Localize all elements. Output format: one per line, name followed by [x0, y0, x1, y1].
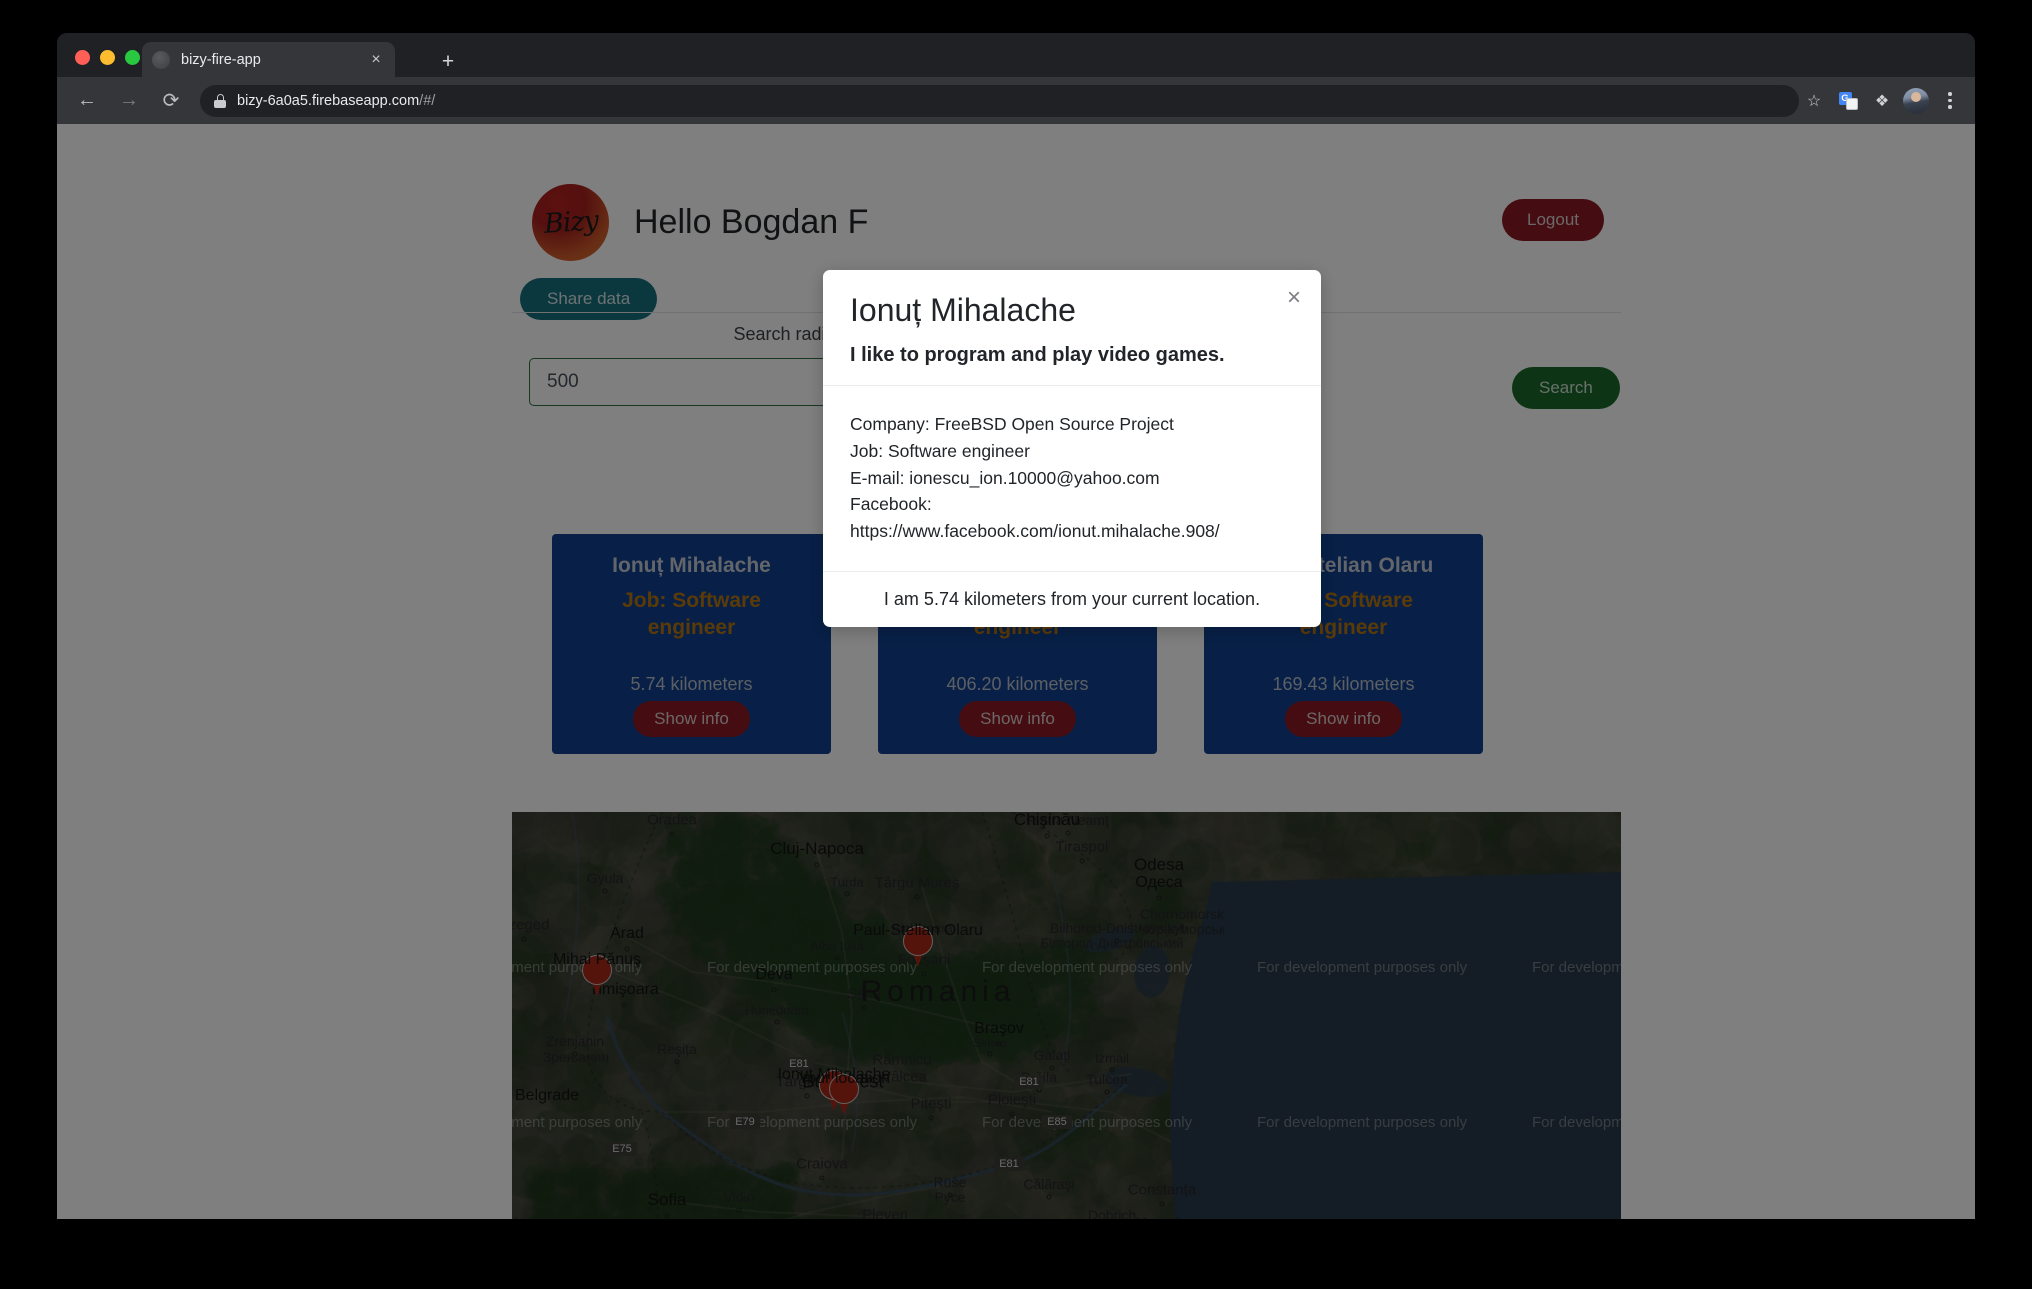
modal-distance-text: I am 5.74 kilometers from your current l…	[883, 588, 1261, 609]
modal-title: Ionuț Mihalache	[850, 292, 1076, 328]
lock-icon	[214, 93, 226, 108]
url-path: /#/	[419, 92, 436, 109]
forward-button[interactable]: →	[112, 84, 146, 118]
bookmark-star-icon[interactable]: ☆	[1799, 86, 1829, 116]
kebab-menu-icon	[1948, 92, 1952, 109]
address-bar[interactable]: bizy-6a0a5.firebaseapp.com/#/	[200, 84, 1799, 117]
extensions-puzzle-icon[interactable]: ❖	[1867, 86, 1897, 116]
url-host: bizy-6a0a5.firebaseapp.com	[237, 92, 420, 109]
maximize-window-button[interactable]	[125, 50, 140, 65]
modal-facebook-line: Facebook: https://www.facebook.com/ionut…	[850, 494, 1220, 542]
modal-header: × Ionuț Mihalache I like to program and …	[823, 270, 1321, 386]
modal-footer: I am 5.74 kilometers from your current l…	[823, 572, 1321, 627]
modal-company-line: Company: FreeBSD Open Source Project	[850, 414, 1174, 434]
new-tab-button[interactable]: +	[433, 47, 463, 77]
modal-subtitle: I like to program and play video games.	[850, 344, 1225, 366]
browser-toolbar: ← → ⟳ bizy-6a0a5.firebaseapp.com/#/ ☆ G …	[57, 77, 1975, 124]
browser-tab[interactable]: bizy-fire-app ×	[142, 42, 395, 77]
modal-body: Company: FreeBSD Open Source Project Job…	[823, 386, 1321, 572]
close-window-button[interactable]	[75, 50, 90, 65]
back-button[interactable]: ←	[70, 84, 104, 118]
url-text: bizy-6a0a5.firebaseapp.com/#/	[237, 93, 435, 109]
page-viewport: Bizy Hello Bogdan F Logout Share data Se…	[57, 124, 1975, 1219]
avatar	[1903, 87, 1929, 114]
modal-email-line: E-mail: ionescu_ion.10000@yahoo.com	[850, 467, 1160, 488]
translate-icon-wrapper[interactable]: G	[1833, 86, 1863, 116]
person-info-modal: × Ionuț Mihalache I like to program and …	[823, 270, 1321, 627]
profile-avatar-button[interactable]	[1901, 86, 1931, 116]
tab-title: bizy-fire-app	[181, 51, 261, 68]
minimize-window-button[interactable]	[100, 50, 115, 65]
close-tab-icon[interactable]: ×	[367, 51, 385, 68]
reload-button[interactable]: ⟳	[154, 84, 188, 118]
translate-icon: G	[1838, 91, 1858, 110]
close-icon[interactable]: ×	[1287, 286, 1301, 310]
tab-strip: bizy-fire-app × +	[57, 33, 1975, 77]
window-traffic-lights	[75, 50, 140, 65]
toolbar-right-icons: ☆ G ❖	[1799, 86, 1965, 116]
chrome-menu-button[interactable]	[1935, 86, 1965, 116]
modal-job-line: Job: Software engineer	[850, 440, 1030, 461]
tab-favicon-icon	[152, 50, 170, 69]
browser-window: bizy-fire-app × + ← → ⟳ bizy-6a0a5.fireb…	[57, 33, 1975, 1219]
